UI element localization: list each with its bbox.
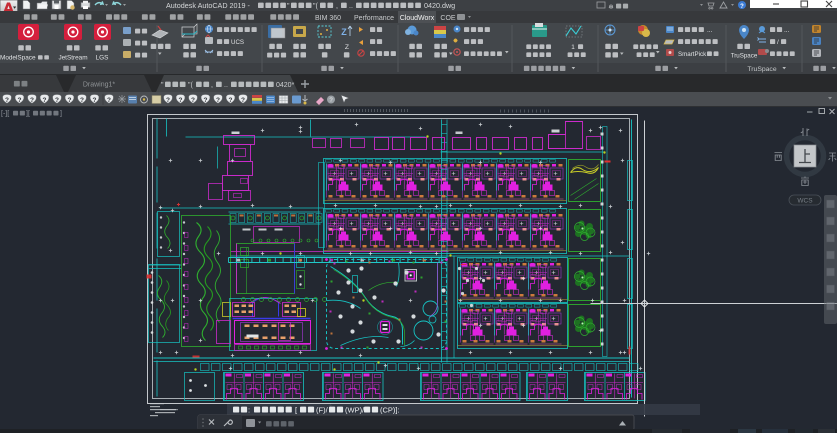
svg-text:?: ? — [241, 97, 245, 104]
svg-text:?: ? — [93, 97, 97, 104]
svg-text:Drawing1*: Drawing1* — [83, 82, 116, 89]
svg-text:?: ? — [204, 97, 208, 104]
svg-text:0420.dwg: 0420.dwg — [424, 1, 455, 10]
svg-text:UCS: UCS — [231, 39, 244, 46]
svg-text:?: ? — [229, 97, 233, 104]
svg-text:COE: COE — [440, 15, 456, 22]
svg-text:CloudWorx: CloudWorx — [400, 15, 435, 22]
svg-text:?: ? — [216, 97, 220, 104]
svg-text::: : — [248, 406, 250, 415]
svg-text:?: ? — [740, 4, 744, 10]
svg-text:?: ? — [68, 97, 72, 104]
svg-text:]: ] — [60, 111, 62, 118]
svg-text:?: ? — [43, 97, 47, 104]
svg-text:?: ? — [5, 97, 9, 104]
svg-text:WCS: WCS — [797, 198, 813, 205]
svg-text:[-][: [-][ — [1, 111, 9, 118]
svg-text:"(: "( — [313, 3, 318, 10]
svg-text:..: .. — [224, 82, 228, 89]
svg-text:(CP)]:: (CP)]: — [380, 406, 400, 415]
svg-text:/: / — [777, 39, 779, 46]
svg-text:BIM 360: BIM 360 — [315, 15, 341, 22]
svg-text:Z: Z — [341, 27, 347, 37]
svg-text:?: ? — [179, 97, 183, 104]
svg-text:?: ? — [55, 97, 59, 104]
svg-text:1: 1 — [571, 44, 575, 51]
svg-text:...: ... — [707, 27, 713, 34]
svg-text:,: , — [336, 3, 338, 10]
svg-text:Autodesk AutoCAD 2019 -: Autodesk AutoCAD 2019 - — [166, 1, 251, 10]
svg-text:ModelSpace: ModelSpace — [0, 55, 36, 62]
svg-text:(WP)/: (WP)/ — [345, 406, 365, 415]
svg-text:TruSpace: TruSpace — [747, 66, 776, 73]
svg-text:Z: Z — [345, 44, 349, 51]
svg-text:?: ? — [107, 97, 111, 104]
svg-text:?: ? — [30, 97, 34, 104]
svg-text:0420*: 0420* — [276, 82, 295, 89]
svg-text:][: ][ — [26, 111, 30, 118]
svg-text:Performance: Performance — [354, 15, 394, 22]
svg-text:?: ? — [166, 97, 170, 104]
svg-text:,: , — [211, 82, 213, 89]
svg-text:?: ? — [18, 97, 22, 104]
svg-text:SmartPick: SmartPick — [678, 51, 707, 58]
svg-text:"(: "( — [188, 82, 193, 89]
svg-text:TruSpace: TruSpace — [731, 53, 758, 60]
svg-text:...: ... — [784, 27, 790, 34]
svg-text:LGS: LGS — [96, 55, 109, 62]
svg-text:..: .. — [349, 3, 353, 10]
svg-text:?: ? — [191, 97, 195, 104]
svg-text:(F)/: (F)/ — [316, 406, 329, 415]
svg-text:?: ? — [80, 97, 84, 104]
svg-text:JetStream: JetStream — [58, 55, 87, 62]
